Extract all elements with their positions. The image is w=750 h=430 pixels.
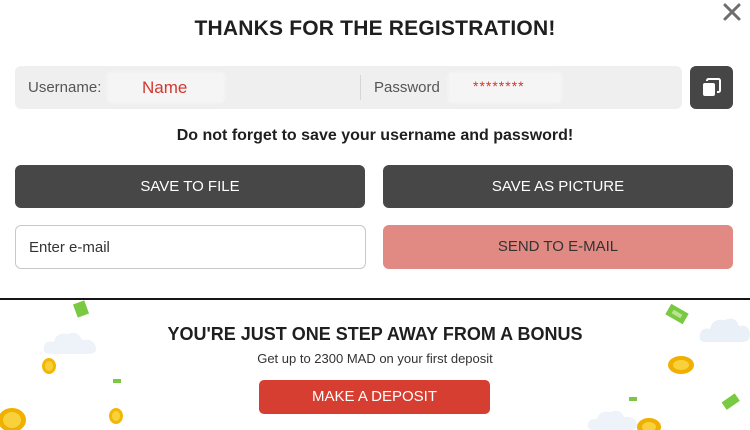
banknote-icon — [721, 393, 740, 410]
credentials-box: Username: Name Password ******** — [15, 66, 682, 109]
banknote-icon — [72, 300, 90, 318]
bonus-promo-banner: YOU'RE JUST ONE STEP AWAY FROM A BONUS G… — [0, 300, 750, 430]
coin-icon — [0, 408, 26, 430]
copy-credentials-button[interactable] — [690, 66, 733, 109]
copy-icon — [703, 78, 721, 96]
registration-dialog: THANKS FOR THE REGISTRATION! Username: N… — [0, 0, 750, 298]
password-value: ******** — [473, 78, 525, 94]
coin-icon — [109, 408, 123, 424]
send-to-email-button[interactable]: SEND TO E-MAIL — [383, 225, 733, 269]
save-reminder: Do not forget to save your username and … — [176, 127, 574, 144]
make-deposit-button[interactable]: MAKE A DEPOSIT — [259, 380, 490, 414]
banknote-icon — [665, 304, 689, 325]
promo-subtitle: Get up to 2300 MAD on your first deposit — [257, 351, 493, 366]
coin-icon — [637, 418, 661, 430]
dialog-title: THANKS FOR THE REGISTRATION! — [194, 17, 556, 40]
save-as-picture-button[interactable]: SAVE AS PICTURE — [383, 165, 733, 208]
save-to-file-button[interactable]: SAVE TO FILE — [15, 165, 365, 208]
email-input[interactable] — [15, 225, 366, 269]
credentials-divider — [360, 75, 361, 100]
password-label: Password — [374, 79, 440, 96]
username-value: Name — [142, 78, 188, 97]
promo-title: YOU'RE JUST ONE STEP AWAY FROM A BONUS — [167, 324, 583, 344]
cloud-icon — [587, 410, 638, 430]
banknote-icon — [113, 379, 121, 383]
banknote-icon — [629, 397, 637, 401]
username-label: Username: — [28, 79, 102, 96]
